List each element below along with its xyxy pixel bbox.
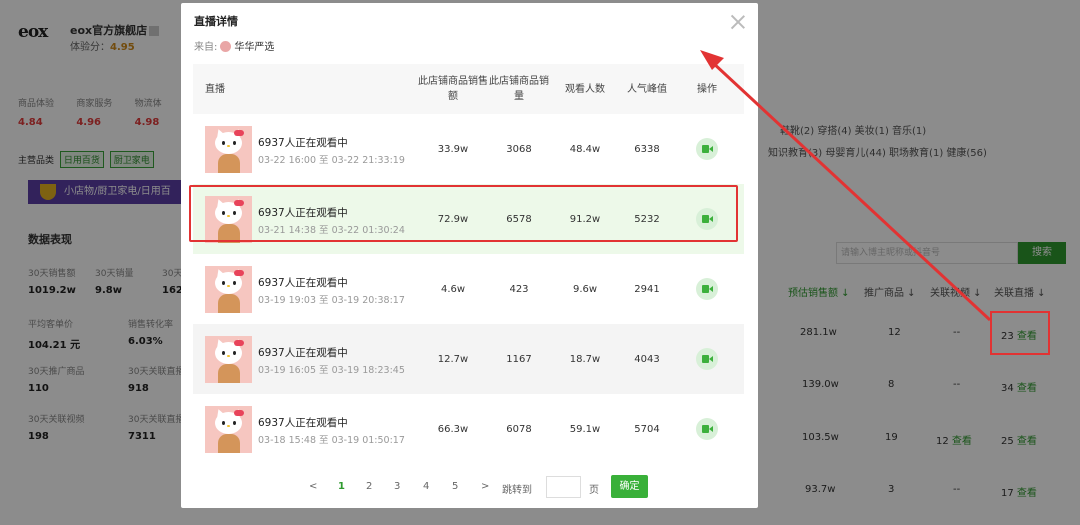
avatar <box>220 41 232 52</box>
header-peak: 人气峰值 <box>627 83 667 95</box>
live-thumbnail[interactable] <box>205 406 252 453</box>
cell-volume: 6078 <box>506 423 532 435</box>
live-title: 6937人正在观看中 <box>258 277 348 289</box>
page-unit-label: 页 <box>589 485 599 496</box>
cell-op <box>679 394 735 464</box>
live-thumbnail[interactable] <box>205 336 252 383</box>
page-button[interactable]: 5 <box>452 481 458 492</box>
cell-viewers: 18.7w <box>569 353 601 365</box>
source-info: 来自: 华华严选 <box>194 41 275 53</box>
video-icon[interactable] <box>696 348 718 370</box>
cell-peak: 2941 <box>634 283 660 295</box>
cell-volume: 1167 <box>506 353 532 365</box>
live-title: 6937人正在观看中 <box>258 347 348 359</box>
cell-volume: 423 <box>509 283 529 295</box>
cell-viewers: 9.6w <box>572 283 598 295</box>
live-title: 6937人正在观看中 <box>258 137 348 149</box>
table-row: 6937人正在观看中 03-22 16:00 至 03-22 21:33:19 … <box>193 114 744 184</box>
jump-page-input[interactable] <box>546 476 581 498</box>
jump-label: 跳转到 <box>502 485 532 496</box>
close-icon[interactable] <box>729 13 747 31</box>
header-viewers: 观看人数 <box>565 83 605 95</box>
live-thumbnail[interactable] <box>205 266 252 313</box>
live-detail-modal: 直播详情 来自: 华华严选 直播 此店铺商品销售额 此店铺商品销量 观看人数 人气… <box>181 3 758 508</box>
cell-sales: 4.6w <box>440 283 466 295</box>
cell-op <box>679 254 735 324</box>
page-button[interactable]: 3 <box>394 481 400 492</box>
cell-sales: 33.9w <box>437 143 469 155</box>
cell-op <box>679 114 735 184</box>
video-icon[interactable] <box>696 138 718 160</box>
live-time: 03-22 16:00 至 03-22 21:33:19 <box>258 155 405 166</box>
annotation-box <box>990 311 1050 355</box>
header-op: 操作 <box>697 83 717 95</box>
cell-volume: 3068 <box>506 143 532 155</box>
live-time: 03-18 15:48 至 03-19 01:50:17 <box>258 435 405 446</box>
cell-sales: 66.3w <box>437 423 469 435</box>
next-page-button[interactable]: > <box>481 481 489 492</box>
confirm-button[interactable]: 确定 <box>611 475 648 498</box>
cell-viewers: 59.1w <box>569 423 601 435</box>
header-volume: 此店铺商品销量 <box>489 76 549 102</box>
video-icon[interactable] <box>696 278 718 300</box>
live-title: 6937人正在观看中 <box>258 417 348 429</box>
modal-title: 直播详情 <box>194 15 238 28</box>
video-icon[interactable] <box>696 418 718 440</box>
live-thumbnail[interactable] <box>205 126 252 173</box>
live-time: 03-19 19:03 至 03-19 20:38:17 <box>258 295 405 306</box>
cell-sales: 12.7w <box>437 353 469 365</box>
prev-page-button[interactable]: < <box>309 481 317 492</box>
table-header: 直播 此店铺商品销售额 此店铺商品销量 观看人数 人气峰值 操作 <box>193 64 744 114</box>
live-time: 03-19 16:05 至 03-19 18:23:45 <box>258 365 405 376</box>
annotation-box <box>189 185 738 242</box>
cell-peak: 5704 <box>634 423 660 435</box>
page-button[interactable]: 4 <box>423 481 429 492</box>
cell-op <box>679 324 735 394</box>
page-button[interactable]: 1 <box>338 481 345 492</box>
table-row: 6937人正在观看中 03-18 15:48 至 03-19 01:50:17 … <box>193 394 744 464</box>
table-row: 6937人正在观看中 03-19 19:03 至 03-19 20:38:17 … <box>193 254 744 324</box>
cell-viewers: 48.4w <box>569 143 601 155</box>
cell-peak: 4043 <box>634 353 660 365</box>
live-table: 直播 此店铺商品销售额 此店铺商品销量 观看人数 人气峰值 操作 6937人正在… <box>193 64 744 464</box>
header-sales: 此店铺商品销售额 <box>418 76 488 102</box>
table-row: 6937人正在观看中 03-19 16:05 至 03-19 18:23:45 … <box>193 324 744 394</box>
page-button[interactable]: 2 <box>366 481 372 492</box>
cell-peak: 6338 <box>634 143 660 155</box>
header-live: 直播 <box>205 83 225 95</box>
pagination: < 1 2 3 4 5 > 跳转到 页 确定 <box>301 475 651 499</box>
